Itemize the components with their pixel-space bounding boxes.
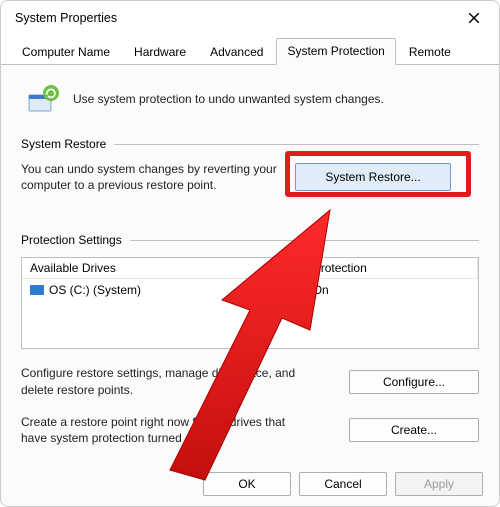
tab-system-protection[interactable]: System Protection [276, 38, 395, 65]
window-title: System Properties [15, 11, 117, 25]
cancel-button[interactable]: Cancel [299, 472, 387, 496]
cell-protection-status: On [305, 281, 478, 299]
titlebar: System Properties [1, 1, 499, 35]
group-divider [130, 240, 479, 241]
system-restore-button[interactable]: System Restore... [295, 163, 451, 191]
configure-row: Configure restore settings, manage disk … [21, 365, 479, 397]
close-button[interactable] [461, 5, 487, 31]
system-protection-icon [25, 81, 61, 117]
group-divider [114, 144, 479, 145]
col-protection[interactable]: Protection [305, 258, 478, 278]
group-title-restore: System Restore [21, 137, 106, 151]
intro-text: Use system protection to undo unwanted s… [73, 92, 384, 106]
group-title-protection: Protection Settings [21, 233, 122, 247]
table-row[interactable]: OS (C:) (System) On [22, 279, 478, 301]
tab-remote[interactable]: Remote [398, 39, 462, 65]
apply-button[interactable]: Apply [395, 472, 483, 496]
tab-computer-name[interactable]: Computer Name [11, 39, 121, 65]
tab-strip: Computer Name Hardware Advanced System P… [1, 35, 499, 65]
group-system-restore: System Restore You can undo system chang… [21, 137, 479, 193]
cell-drive: OS (C:) (System) [22, 281, 305, 299]
tab-advanced[interactable]: Advanced [199, 39, 274, 65]
create-row: Create a restore point right now for the… [21, 414, 479, 446]
configure-text: Configure restore settings, manage disk … [21, 365, 311, 397]
tab-content: Use system protection to undo unwanted s… [1, 65, 499, 456]
close-icon [468, 12, 480, 24]
ok-button[interactable]: OK [203, 472, 291, 496]
configure-button[interactable]: Configure... [349, 370, 479, 394]
drives-table: Available Drives Protection OS (C:) (Sys… [21, 257, 479, 349]
tab-hardware[interactable]: Hardware [123, 39, 197, 65]
group-protection-settings: Protection Settings Available Drives Pro… [21, 233, 479, 446]
intro-row: Use system protection to undo unwanted s… [21, 75, 479, 131]
create-text: Create a restore point right now for the… [21, 414, 311, 446]
create-button[interactable]: Create... [349, 418, 479, 442]
col-available-drives[interactable]: Available Drives [22, 258, 305, 278]
drive-icon [30, 285, 44, 295]
system-properties-window: System Properties Computer Name Hardware… [0, 0, 500, 507]
drive-label: OS (C:) (System) [49, 283, 141, 297]
restore-description: You can undo system changes by reverting… [21, 161, 281, 193]
drives-header-row: Available Drives Protection [22, 258, 478, 279]
dialog-footer: OK Cancel Apply [203, 472, 483, 496]
